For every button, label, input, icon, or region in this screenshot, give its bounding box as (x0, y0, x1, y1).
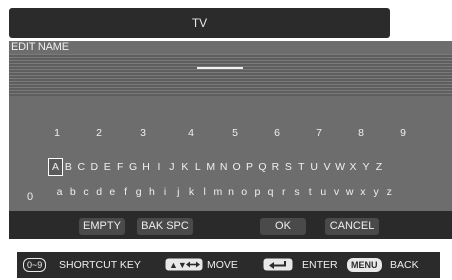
key-upper-w[interactable]: W (334, 159, 347, 175)
key-upper-c[interactable]: C (75, 159, 88, 175)
key-lower-p[interactable]: p (251, 184, 264, 200)
key-upper-m[interactable]: M (204, 159, 217, 175)
key-lower-y[interactable]: y (370, 184, 383, 200)
key-upper-a[interactable]: A (48, 158, 63, 176)
key-upper-y[interactable]: Y (360, 159, 373, 175)
key-4[interactable]: 4 (184, 127, 198, 139)
dialog-title: TV (191, 16, 208, 30)
key-0[interactable]: 0 (27, 191, 33, 203)
shortcut-key-badge: 0~9 (23, 258, 47, 272)
key-lower-u[interactable]: u (317, 184, 330, 200)
key-lower-c[interactable]: c (79, 184, 92, 200)
back-label: BACK (390, 259, 419, 271)
number-key-row: 1 2 3 4 5 6 7 8 9 (9, 127, 452, 141)
key-5[interactable]: 5 (228, 127, 242, 139)
key-lower-g[interactable]: g (132, 184, 145, 200)
backspace-button[interactable]: BAK SPC (137, 218, 193, 235)
key-1[interactable]: 1 (50, 127, 64, 139)
key-upper-v[interactable]: V (321, 159, 334, 175)
key-upper-p[interactable]: P (243, 159, 256, 175)
key-upper-n[interactable]: N (217, 159, 230, 175)
help-bar: 0~9 SHORTCUT KEY ▲▼ MOVE ENTER MENU BACK (17, 252, 440, 278)
key-lower-t[interactable]: t (304, 184, 317, 200)
text-cursor (197, 67, 243, 69)
key-lower-i[interactable]: i (159, 184, 172, 200)
key-6[interactable]: 6 (270, 127, 284, 139)
key-lower-n[interactable]: n (224, 184, 237, 200)
key-9[interactable]: 9 (396, 127, 410, 139)
key-lower-o[interactable]: o (238, 184, 251, 200)
uppercase-key-row: ABCDEFGHIJKLMNOPQRSTUVWXYZ (48, 158, 429, 176)
key-upper-f[interactable]: F (114, 159, 127, 175)
edit-name-panel: EDIT NAME 1 2 3 4 5 6 7 8 9 ABCDEFGHIJKLMNOPQRST… (9, 41, 452, 239)
key-lower-x[interactable]: x (356, 184, 369, 200)
shortcut-key-label: SHORTCUT KEY (59, 259, 141, 271)
key-lower-z[interactable]: z (383, 184, 396, 200)
key-upper-j[interactable]: J (165, 159, 178, 175)
key-upper-r[interactable]: R (269, 159, 282, 175)
left-right-arrows-icon: ▲▼ (165, 258, 203, 274)
edit-name-label: EDIT NAME (11, 41, 69, 53)
key-upper-l[interactable]: L (191, 159, 204, 175)
key-lower-r[interactable]: r (277, 184, 290, 200)
key-upper-h[interactable]: H (140, 159, 153, 175)
menu-key-badge: MENU (347, 258, 382, 272)
key-upper-d[interactable]: D (88, 159, 101, 175)
key-upper-k[interactable]: K (178, 159, 191, 175)
key-upper-x[interactable]: X (347, 159, 360, 175)
key-upper-t[interactable]: T (295, 159, 308, 175)
key-upper-g[interactable]: G (127, 159, 140, 175)
key-lower-f[interactable]: f (119, 184, 132, 200)
dialog-title-bar: TV (9, 8, 390, 38)
key-2[interactable]: 2 (92, 127, 106, 139)
key-lower-h[interactable]: h (145, 184, 158, 200)
svg-text:▲▼: ▲▼ (169, 260, 187, 270)
key-upper-s[interactable]: S (282, 159, 295, 175)
key-lower-q[interactable]: q (264, 184, 277, 200)
ok-button[interactable]: OK (260, 218, 306, 235)
enter-return-icon (263, 258, 293, 274)
on-screen-keyboard: 1 2 3 4 5 6 7 8 9 ABCDEFGHIJKLMNOPQRSTUVWXYZ abc… (9, 103, 452, 228)
key-lower-m[interactable]: m (211, 184, 224, 200)
key-lower-k[interactable]: k (185, 184, 198, 200)
key-lower-j[interactable]: j (172, 184, 185, 200)
key-upper-b[interactable]: B (62, 159, 75, 175)
key-upper-o[interactable]: O (230, 159, 243, 175)
empty-button[interactable]: EMPTY (79, 218, 125, 235)
key-7[interactable]: 7 (312, 127, 326, 139)
lowercase-key-row: abcdefghijklmnopqrstuvwxyz (53, 184, 433, 200)
enter-label: ENTER (302, 259, 338, 271)
key-lower-b[interactable]: b (66, 184, 79, 200)
key-upper-e[interactable]: E (101, 159, 114, 175)
move-label: MOVE (207, 259, 238, 271)
name-input-field[interactable] (9, 54, 452, 96)
cancel-button[interactable]: CANCEL (325, 218, 379, 235)
key-3[interactable]: 3 (136, 127, 150, 139)
key-upper-i[interactable]: I (153, 159, 166, 175)
key-lower-d[interactable]: d (93, 184, 106, 200)
key-lower-v[interactable]: v (330, 184, 343, 200)
action-button-bar: EMPTY BAK SPC OK CANCEL (9, 211, 452, 239)
key-upper-q[interactable]: Q (256, 159, 269, 175)
key-lower-l[interactable]: l (198, 184, 211, 200)
key-lower-w[interactable]: w (343, 184, 356, 200)
key-lower-s[interactable]: s (290, 184, 303, 200)
key-upper-u[interactable]: U (308, 159, 321, 175)
key-lower-a[interactable]: a (53, 184, 66, 200)
key-upper-z[interactable]: Z (372, 159, 385, 175)
key-8[interactable]: 8 (354, 127, 368, 139)
key-lower-e[interactable]: e (106, 184, 119, 200)
